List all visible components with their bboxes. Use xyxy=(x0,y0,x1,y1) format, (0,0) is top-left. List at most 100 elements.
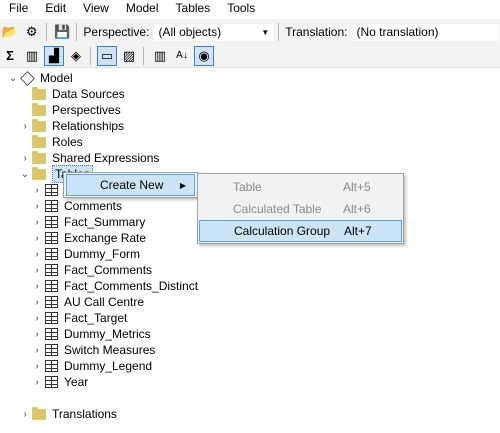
collapse-icon[interactable]: ⌄ xyxy=(19,166,31,182)
menu-tools[interactable]: Tools xyxy=(218,0,263,17)
menu-item-shortcut: Alt+7 xyxy=(344,224,372,238)
menu-view[interactable]: View xyxy=(74,0,117,17)
folder-icon xyxy=(31,406,47,421)
menu-item-calculated-table[interactable]: Calculated Table Alt+6 xyxy=(198,198,403,220)
folder-icon xyxy=(31,134,47,149)
table-label: Fact_Comments xyxy=(64,263,153,277)
table-icon xyxy=(43,183,59,197)
tree-label: Roles xyxy=(52,135,83,149)
table-icon xyxy=(43,311,59,325)
menu-item-table[interactable]: Table Alt+5 xyxy=(198,176,403,198)
folder-icon xyxy=(31,102,47,117)
menu-bar: File Edit View Model Tables Tools xyxy=(0,0,500,17)
menu-tables[interactable]: Tables xyxy=(167,0,219,17)
expand-icon[interactable]: › xyxy=(19,150,31,166)
hierarchy-icon[interactable]: ▟ xyxy=(44,45,64,66)
menu-item-label: Table xyxy=(233,180,262,194)
tree-label: Perspectives xyxy=(52,103,121,117)
toolbar-separator xyxy=(90,46,91,65)
table-row[interactable]: › Fact_Comments_Distinct xyxy=(31,278,198,294)
table-row[interactable]: › Dummy_Form xyxy=(31,246,140,262)
filter-icon[interactable]: ◉ xyxy=(194,45,214,66)
menu-item-label: Calculation Group xyxy=(234,224,331,238)
table-row[interactable]: › Dummy_Legend xyxy=(31,358,152,374)
tree-node-relationships[interactable]: › Relationships xyxy=(19,118,124,134)
submenu-arrow-icon: ▶ xyxy=(179,180,186,190)
translation-select[interactable]: (No translation) xyxy=(351,22,500,42)
table-row[interactable]: › Switch Measures xyxy=(31,342,155,358)
tree-node-model[interactable]: ⌄ Model xyxy=(7,70,73,86)
expand-icon[interactable]: › xyxy=(19,118,31,134)
toolbar-separator xyxy=(76,23,78,41)
split-view-icon[interactable]: ▥ xyxy=(150,46,170,66)
table-row[interactable]: › Fact_Summary xyxy=(31,214,145,230)
menu-item-create-new[interactable]: Create New ▶ xyxy=(66,174,195,196)
table-row[interactable]: › Comments xyxy=(31,198,122,214)
table-row[interactable]: › Fact_Comments xyxy=(31,262,152,278)
table-icon xyxy=(43,279,59,293)
table-label: Year xyxy=(64,375,89,389)
expand-icon[interactable]: › xyxy=(31,182,43,198)
expand-icon[interactable]: › xyxy=(31,342,43,358)
perspective-label: Perspective: xyxy=(83,25,150,39)
save-icon[interactable]: 💾 xyxy=(53,22,73,42)
dropdown-arrow-icon: ▼ xyxy=(261,27,270,37)
table-icon xyxy=(43,199,59,213)
expand-icon[interactable]: › xyxy=(31,358,43,374)
expand-icon[interactable]: › xyxy=(31,198,43,214)
table-label: Switch Measures xyxy=(64,343,156,357)
hidden-objects-icon[interactable]: ▨ xyxy=(119,46,139,66)
table-label: Dummy_Form xyxy=(64,247,141,261)
table-label: Dummy_Metrics xyxy=(64,327,151,341)
table-row[interactable]: › Year xyxy=(31,374,88,390)
expand-icon[interactable]: › xyxy=(19,406,31,422)
expand-icon[interactable]: › xyxy=(31,246,43,262)
menu-item-calculation-group[interactable]: Calculation Group Alt+7 xyxy=(199,220,402,242)
table-icon xyxy=(43,231,59,245)
table-row[interactable]: › Fact_Target xyxy=(31,310,127,326)
sigma-icon[interactable]: Σ xyxy=(0,46,20,66)
expand-icon[interactable]: › xyxy=(31,374,43,390)
tree-label: Translations xyxy=(52,407,117,421)
expand-icon[interactable]: › xyxy=(31,326,43,342)
table-icon xyxy=(43,295,59,309)
folder-icon xyxy=(31,86,47,101)
expand-icon[interactable]: › xyxy=(31,230,43,246)
tree-node-shared-expressions[interactable]: › Shared Expressions xyxy=(19,150,159,166)
tree-label: Data Sources xyxy=(52,87,125,101)
table-icon xyxy=(43,327,59,341)
expand-icon[interactable]: › xyxy=(31,262,43,278)
folder-open-icon xyxy=(31,166,47,181)
expand-icon[interactable]: › xyxy=(31,278,43,294)
folder-view-icon[interactable]: ▭ xyxy=(97,45,117,66)
table-row[interactable]: › Dummy_Metrics xyxy=(31,326,151,342)
tree-node-translations[interactable]: › Translations xyxy=(19,406,117,422)
table-icon xyxy=(43,375,59,389)
table-row[interactable]: › AU Call Centre xyxy=(31,294,144,310)
table-label: Comments xyxy=(64,199,123,213)
toolbar-top: 📂 ⚙ 💾 Perspective: (All objects) ▼ Trans… xyxy=(0,19,500,45)
menu-item-shortcut: Alt+5 xyxy=(343,180,371,194)
expand-icon[interactable]: › xyxy=(31,294,43,310)
cube-icon[interactable]: ◈ xyxy=(66,46,86,66)
expand-icon[interactable]: › xyxy=(31,214,43,230)
menu-file[interactable]: File xyxy=(0,0,36,17)
perspective-select[interactable]: (All objects) ▼ xyxy=(153,22,275,42)
menu-item-shortcut: Alt+6 xyxy=(343,202,371,216)
expand-icon[interactable]: › xyxy=(31,310,43,326)
table-label: Fact_Target xyxy=(64,311,128,325)
sort-az-icon[interactable]: A↓ xyxy=(172,46,192,66)
menu-model[interactable]: Model xyxy=(117,0,167,17)
tree-node-perspectives[interactable]: Perspectives xyxy=(19,102,121,118)
deploy-icon[interactable]: ⚙ xyxy=(22,22,42,42)
tree-node-roles[interactable]: Roles xyxy=(19,134,83,150)
menu-edit[interactable]: Edit xyxy=(36,0,74,17)
collapse-icon[interactable]: ⌄ xyxy=(7,70,19,86)
table-label: Exchange Rate xyxy=(64,231,147,245)
table-label: AU Call Centre xyxy=(64,295,145,309)
table-row[interactable]: › Exchange Rate xyxy=(31,230,146,246)
open-folder-icon[interactable]: 📂 xyxy=(0,22,20,42)
tree-node-data-sources[interactable]: Data Sources xyxy=(19,86,125,102)
table-icon xyxy=(43,343,59,357)
columns-icon[interactable]: ▥ xyxy=(22,46,42,66)
